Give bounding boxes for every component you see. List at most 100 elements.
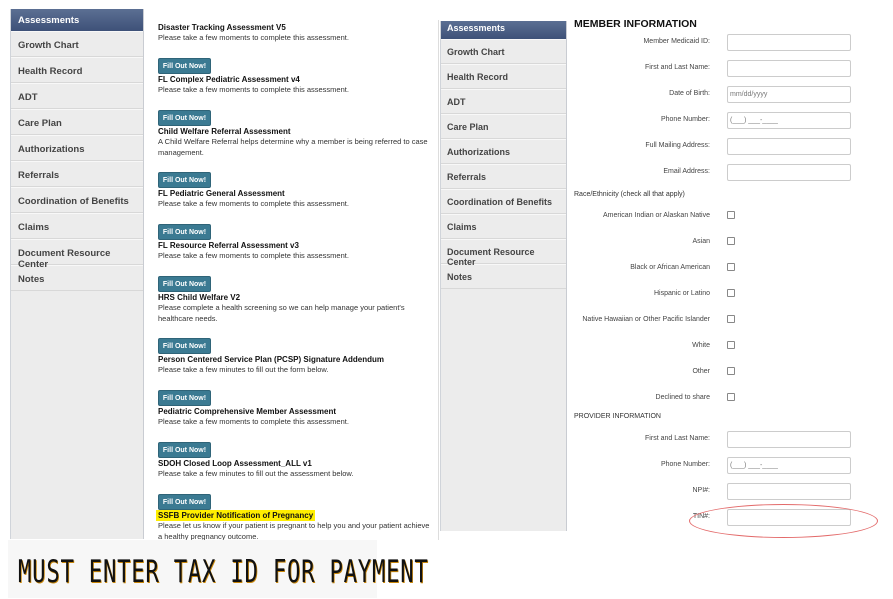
race-ethnicity-label: Race/Ethnicity (check all that apply) <box>574 191 685 198</box>
sidebar-item-assessments[interactable]: Assessments <box>11 9 143 31</box>
sidebar-item-assessments[interactable]: Assessments <box>441 21 566 39</box>
sidebar-item-referrals[interactable]: Referrals <box>11 161 143 187</box>
fill-out-now-button[interactable]: Fill Out Now! <box>158 276 211 292</box>
sidebar-item-adt[interactable]: ADT <box>441 89 566 114</box>
sidebar-item-notes[interactable]: Notes <box>441 264 566 289</box>
text-input[interactable] <box>727 34 851 51</box>
sidebar-item-claims[interactable]: Claims <box>11 213 143 239</box>
assessment-description: Please take a few minutes to fill out th… <box>158 469 354 478</box>
checkbox-label: American Indian or Alaskan Native <box>603 212 710 219</box>
member-form: MEMBER INFORMATION Member Medicaid ID: Fi… <box>574 18 874 526</box>
checkbox-label: Declined to share <box>655 394 710 401</box>
field-label: First and Last Name: <box>645 64 710 71</box>
checkbox[interactable] <box>727 393 735 401</box>
assessment-title-text: SDOH Closed Loop Assessment_ALL v1 <box>158 459 312 468</box>
annotation-banner: MUST ENTER TAX ID FOR PAYMENT <box>8 540 428 598</box>
sidebar-item-coordination-of-benefits[interactable]: Coordination of Benefits <box>11 187 143 213</box>
field-label: First and Last Name: <box>645 435 710 442</box>
sidebar-item-adt[interactable]: ADT <box>11 83 143 109</box>
sidebar-item-claims[interactable]: Claims <box>441 214 566 239</box>
fill-out-now-button[interactable]: Fill Out Now! <box>158 172 211 188</box>
sidebar-item-health-record[interactable]: Health Record <box>11 57 143 83</box>
checkbox[interactable] <box>727 367 735 375</box>
text-input[interactable] <box>727 431 851 448</box>
assessment-item: HRS Child Welfare V2 Please complete a he… <box>158 292 433 354</box>
fill-out-now-button[interactable]: Fill Out Now! <box>158 442 211 458</box>
assessment-description: Please take a few moments to complete th… <box>158 33 349 42</box>
form-row: Date of Birth: mm/dd/yyyy <box>574 86 874 104</box>
checkbox[interactable] <box>727 263 735 271</box>
text-input[interactable]: (___) ___-____ <box>727 112 851 129</box>
assessment-description: Please take a few moments to complete th… <box>158 417 349 426</box>
sidebar-item-care-plan[interactable]: Care Plan <box>11 109 143 135</box>
checkbox-label: Other <box>692 368 710 375</box>
sidebar-item-authorizations[interactable]: Authorizations <box>441 139 566 164</box>
checkbox[interactable] <box>727 211 735 219</box>
sidebar-item-document-resource-center[interactable]: Document Resource Center <box>11 239 143 270</box>
fill-out-now-button[interactable]: Fill Out Now! <box>158 390 211 406</box>
form-row: Member Medicaid ID: <box>574 34 874 52</box>
field-label: Date of Birth: <box>669 90 710 97</box>
sidebar-item-authorizations[interactable]: Authorizations <box>11 135 143 161</box>
fill-out-now-button[interactable]: Fill Out Now! <box>158 224 211 240</box>
assessment-title-text: Child Welfare Referral Assessment <box>158 127 291 136</box>
checkbox[interactable] <box>727 237 735 245</box>
text-input[interactable]: (___) ___-____ <box>727 457 851 474</box>
assessment-title: Person Centered Service Plan (PCSP) Sign… <box>158 354 433 365</box>
assessment-title: FL Resource Referral Assessment v3 <box>158 240 433 251</box>
checkbox[interactable] <box>727 289 735 297</box>
assessment-description: Please take a few moments to complete th… <box>158 85 349 94</box>
assessment-list: Disaster Tracking Assessment V5 Please ta… <box>156 22 433 572</box>
sidebar-item-care-plan[interactable]: Care Plan <box>441 114 566 139</box>
divider <box>438 20 439 540</box>
checkbox-row: Black or African American <box>574 260 874 278</box>
text-input[interactable] <box>727 60 851 77</box>
sidebar-item-coordination-of-benefits[interactable]: Coordination of Benefits <box>441 189 566 214</box>
field-label: Email Address: <box>663 168 710 175</box>
form-row: NPI#: <box>574 483 874 501</box>
sidebar-item-health-record[interactable]: Health Record <box>441 64 566 89</box>
sidebar-item-document-resource-center[interactable]: Document Resource Center <box>441 239 566 267</box>
sidebar-item-growth-chart[interactable]: Growth Chart <box>441 39 566 64</box>
assessment-title: HRS Child Welfare V2 <box>158 292 433 303</box>
assessment-item: Disaster Tracking Assessment V5 Please ta… <box>158 22 433 74</box>
sidebar-item-referrals[interactable]: Referrals <box>441 164 566 189</box>
assessment-title-text: FL Resource Referral Assessment v3 <box>158 241 299 250</box>
text-input[interactable] <box>727 164 851 181</box>
fill-out-now-button[interactable]: Fill Out Now! <box>158 58 211 74</box>
sidebar-item-growth-chart[interactable]: Growth Chart <box>11 31 143 57</box>
field-label: Full Mailing Address: <box>645 142 710 149</box>
text-input[interactable] <box>727 138 851 155</box>
text-input[interactable] <box>727 483 851 500</box>
assessment-title-text: FL Complex Pediatric Assessment v4 <box>158 75 300 84</box>
checkbox[interactable] <box>727 341 735 349</box>
form-row: First and Last Name: <box>574 60 874 78</box>
checkbox[interactable] <box>727 315 735 323</box>
assessment-item: Pediatric Comprehensive Member Assessmen… <box>158 406 433 458</box>
form-row: Phone Number: (___) ___-____ <box>574 112 874 130</box>
assessment-item: FL Pediatric General Assessment Please ta… <box>158 188 433 240</box>
tin-highlight-ellipse <box>689 504 878 538</box>
assessment-description: A Child Welfare Referral helps determine… <box>158 137 428 157</box>
checkbox-row: Other <box>574 364 874 382</box>
sidebar-right: Assessments Growth Chart Health Record ADT C… <box>440 21 567 531</box>
assessment-title-text: Disaster Tracking Assessment V5 <box>158 23 286 32</box>
fill-out-now-button[interactable]: Fill Out Now! <box>158 110 211 126</box>
assessment-title-text: Person Centered Service Plan (PCSP) Sign… <box>158 355 384 364</box>
fill-out-now-button[interactable]: Fill Out Now! <box>158 338 211 354</box>
field-label: NPI#: <box>692 487 710 494</box>
checkbox-row: White <box>574 338 874 356</box>
assessment-item: Person Centered Service Plan (PCSP) Sign… <box>158 354 433 406</box>
sidebar-left: Assessments Growth Chart Health Record ADT C… <box>10 9 144 539</box>
field-label: Member Medicaid ID: <box>643 38 710 45</box>
field-label: Phone Number: <box>660 461 710 468</box>
text-input[interactable]: mm/dd/yyyy <box>727 86 851 103</box>
assessment-item: SDOH Closed Loop Assessment_ALL v1 Please… <box>158 458 433 510</box>
fill-out-now-button[interactable]: Fill Out Now! <box>158 494 211 510</box>
assessment-title: FL Pediatric General Assessment <box>158 188 433 199</box>
checkbox-label: Native Hawaiian or Other Pacific Islande… <box>582 316 710 323</box>
assessment-description: Please take a few minutes to fill out th… <box>158 365 329 374</box>
assessment-title: FL Complex Pediatric Assessment v4 <box>158 74 433 85</box>
checkbox-label: Hispanic or Latino <box>653 290 710 297</box>
checkbox-row: Asian <box>574 234 874 252</box>
